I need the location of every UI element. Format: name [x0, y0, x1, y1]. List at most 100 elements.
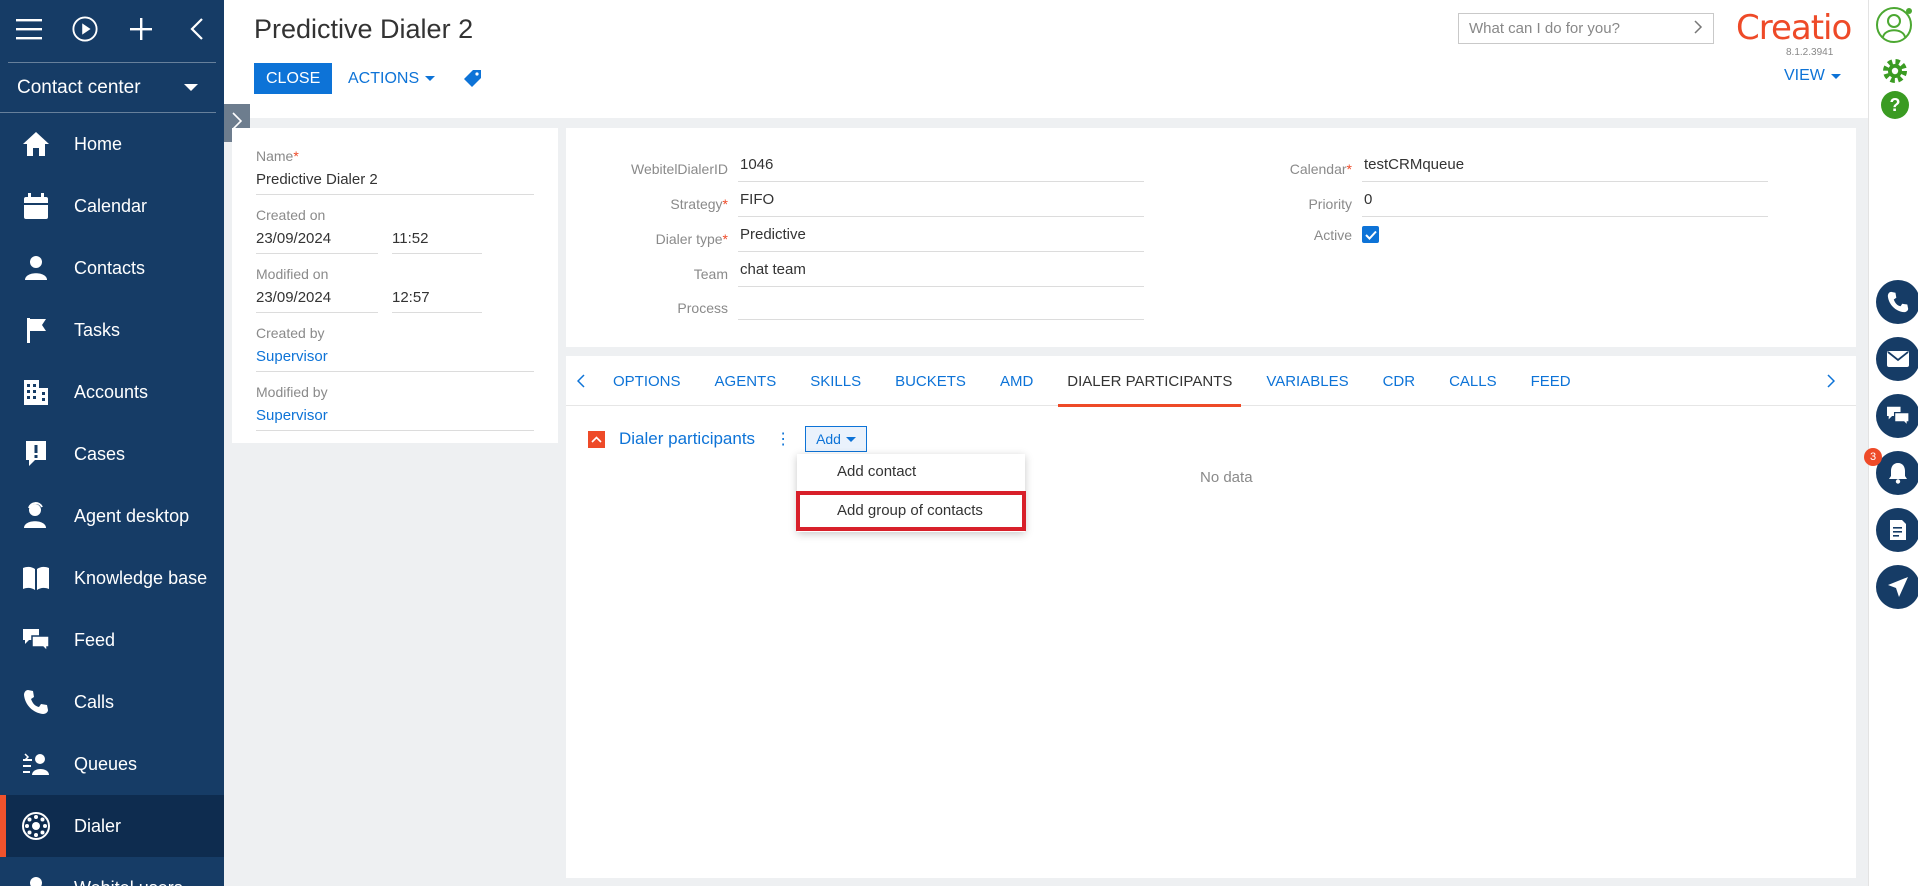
tab-cdr[interactable]: CDR: [1366, 356, 1433, 406]
sidebar-item-label: Calls: [74, 691, 115, 712]
sidebar-item-calls[interactable]: Calls: [0, 671, 224, 733]
workplace-selector[interactable]: Contact center: [0, 63, 216, 113]
sidebar-item-queues[interactable]: Queues: [0, 733, 224, 795]
feed-icon: [20, 624, 52, 656]
webitel-id-field[interactable]: 1046: [738, 156, 1144, 182]
home-icon: [20, 128, 52, 160]
send-icon[interactable]: [1876, 565, 1918, 609]
sidebar-item-tasks[interactable]: Tasks: [0, 299, 224, 361]
sidebar-item-label: Tasks: [74, 319, 121, 340]
tab-bar: OPTIONS AGENTS SKILLS BUCKETS AMD DIALER…: [566, 356, 1856, 407]
accounts-icon: [20, 376, 52, 408]
priority-field[interactable]: 0: [1362, 191, 1768, 217]
process-field[interactable]: [738, 296, 1144, 320]
modified-on-date: 23/09/2024: [256, 289, 378, 313]
calendar-label: Calendar*: [1289, 161, 1352, 177]
email-icon[interactable]: [1876, 337, 1918, 381]
help-icon[interactable]: ?: [1880, 90, 1910, 125]
sidebar-item-webitel-users[interactable]: Webitel users: [0, 857, 224, 886]
sidebar-item-knowledge-base[interactable]: Knowledge base: [0, 547, 224, 609]
details-panel: WebitelDialerID 1046 Strategy* FIFO Dial…: [566, 128, 1856, 347]
sidebar-nav: Home Calendar Contacts Tasks Accounts Ca…: [0, 113, 224, 886]
sidebar-item-dialer[interactable]: Dialer: [0, 795, 224, 857]
dialer-type-label: Dialer type*: [655, 231, 728, 247]
tab-dialer-participants[interactable]: DIALER PARTICIPANTS: [1050, 356, 1249, 407]
menu-icon[interactable]: [16, 16, 42, 42]
more-options-icon[interactable]: ⋮: [775, 429, 791, 449]
search-placeholder: What can I do for you?: [1469, 20, 1620, 37]
search-input[interactable]: What can I do for you?: [1458, 13, 1714, 44]
no-data-text: No data: [1200, 469, 1253, 486]
tab-options[interactable]: OPTIONS: [596, 356, 698, 406]
dialer-icon: [20, 810, 52, 842]
view-button[interactable]: VIEW: [1784, 67, 1841, 85]
tab-calls[interactable]: CALLS: [1432, 356, 1514, 406]
strategy-field[interactable]: FIFO: [738, 191, 1144, 217]
page-title: Predictive Dialer 2: [254, 14, 474, 44]
cases-icon: [20, 438, 52, 470]
priority-row: Priority 0: [1190, 191, 1768, 217]
team-field[interactable]: chat team: [738, 261, 1144, 287]
sidebar-item-label: Dialer: [74, 815, 122, 836]
creatio-logo: Creatio: [1736, 8, 1852, 48]
add-dropdown-menu: Add contact Add group of contacts: [796, 454, 1026, 532]
svg-text:?: ?: [1890, 95, 1901, 115]
created-by-link[interactable]: Supervisor: [256, 348, 534, 372]
user-avatar-icon[interactable]: [1875, 6, 1913, 49]
menu-item-add-contact[interactable]: Add contact: [797, 454, 1025, 489]
name-field[interactable]: Predictive Dialer 2: [256, 171, 534, 195]
modified-by-link[interactable]: Supervisor: [256, 407, 534, 431]
priority-label: Priority: [1308, 196, 1352, 212]
workplace-label: Contact center: [17, 76, 141, 98]
collapse-detail-icon[interactable]: [588, 430, 605, 448]
tab-feed[interactable]: FEED: [1514, 356, 1588, 406]
tab-skills[interactable]: SKILLS: [793, 356, 878, 406]
tab-amd[interactable]: AMD: [983, 356, 1050, 406]
actions-button[interactable]: ACTIONS: [348, 63, 436, 94]
strategy-label: Strategy*: [670, 196, 728, 212]
plus-icon[interactable]: [128, 16, 154, 42]
contacts-icon: [20, 252, 52, 284]
dialer-type-field[interactable]: Predictive: [738, 226, 1144, 252]
tab-variables[interactable]: VARIABLES: [1249, 356, 1365, 406]
caret-down-icon: [425, 76, 436, 81]
document-icon[interactable]: [1876, 508, 1918, 552]
modified-on-label: Modified on: [256, 266, 329, 282]
sidebar-item-calendar[interactable]: Calendar: [0, 175, 224, 237]
sidebar-item-label: Queues: [74, 753, 138, 774]
sidebar-item-accounts[interactable]: Accounts: [0, 361, 224, 423]
sidebar-item-home[interactable]: Home: [0, 113, 224, 175]
created-by-label: Created by: [256, 325, 325, 341]
close-button[interactable]: CLOSE: [254, 63, 333, 94]
tabs-scroll-left-icon[interactable]: [566, 373, 596, 388]
tag-icon[interactable]: [464, 69, 482, 92]
active-label: Active: [1313, 226, 1352, 243]
tabs-scroll-right-icon[interactable]: [1816, 373, 1846, 388]
calendar-field[interactable]: testCRMqueue: [1362, 156, 1768, 182]
add-button[interactable]: Add: [805, 426, 867, 452]
checkmark-icon: [1364, 230, 1377, 240]
sidebar-item-feed[interactable]: Feed: [0, 609, 224, 671]
collapse-sidebar-icon[interactable]: [184, 16, 210, 42]
menu-item-add-group-of-contacts[interactable]: Add group of contacts: [796, 491, 1026, 531]
chat-icon[interactable]: [1876, 394, 1918, 438]
sidebar-item-label: Knowledge base: [74, 567, 208, 588]
tab-agents[interactable]: AGENTS: [698, 356, 794, 406]
sidebar-item-cases[interactable]: Cases: [0, 423, 224, 485]
sidebar-item-label: Contacts: [74, 257, 146, 278]
calendar-icon: [20, 190, 52, 222]
agent-desktop-icon: [20, 500, 52, 532]
active-checkbox[interactable]: [1362, 226, 1379, 243]
participants-title[interactable]: Dialer participants: [619, 429, 755, 449]
tab-buckets[interactable]: BUCKETS: [878, 356, 983, 406]
caret-down-icon: [845, 436, 856, 442]
sidebar-item-label: Cases: [74, 443, 126, 464]
sidebar-item-agent-desktop[interactable]: Agent desktop: [0, 485, 224, 547]
sidebar-item-contacts[interactable]: Contacts: [0, 237, 224, 299]
play-icon[interactable]: [72, 16, 98, 42]
bell-icon[interactable]: [1876, 451, 1918, 495]
actions-label: ACTIONS: [348, 70, 420, 87]
sidebar-item-label: Calendar: [74, 195, 148, 216]
phone-icon[interactable]: [1876, 280, 1918, 324]
gear-icon[interactable]: [1880, 56, 1910, 91]
